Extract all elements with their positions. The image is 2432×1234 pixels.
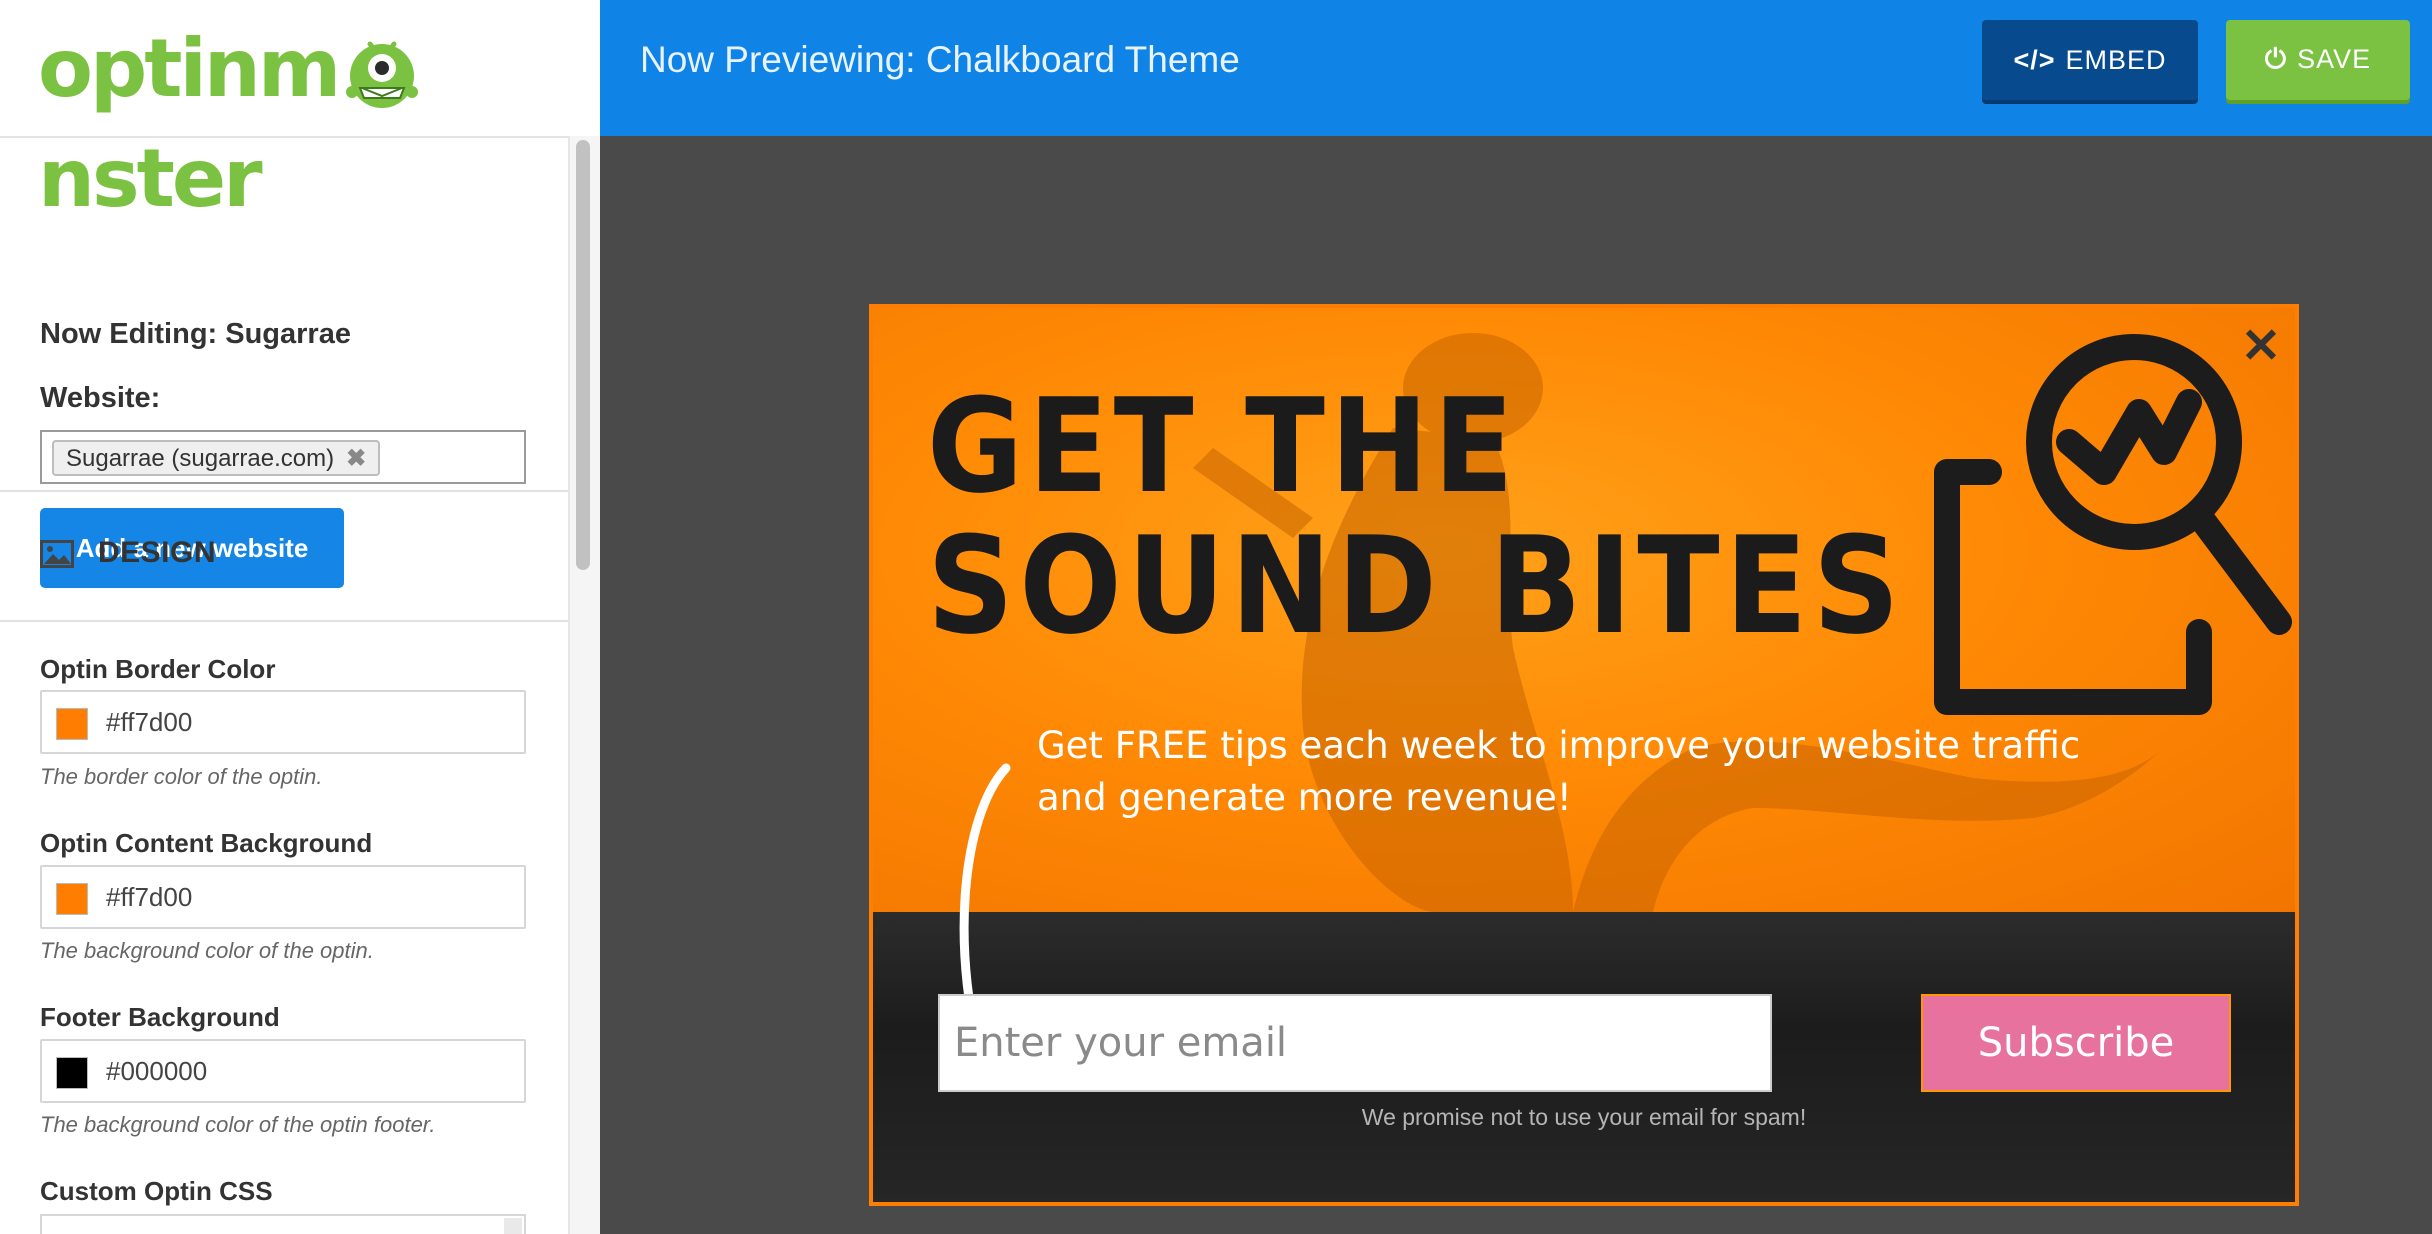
embed-button[interactable]: </> EMBED [1982,20,2198,100]
design-section-label: DESIGN [98,536,217,569]
color-value: #ff7d00 [106,707,193,737]
website-tag-label: Sugarrae (sugarrae.com) [66,445,335,472]
email-input[interactable] [938,994,1772,1092]
sidebar: optinm nster Now Editing: Sugarrae Websi… [0,0,600,1234]
preview-title: Now Previewing: Chalkboard Theme [640,39,1240,80]
color-swatch[interactable] [56,1057,88,1089]
optin-border-color-label: Optin Border Color [40,654,276,684]
footer-background-label: Footer Background [40,1002,280,1032]
optin-border-color-help: The border color of the optin. [40,764,323,789]
website-label: Website: [40,382,161,414]
divider [0,490,568,492]
custom-optin-css-label: Custom Optin CSS [40,1176,273,1206]
code-icon: </> [2013,44,2056,75]
spam-disclaimer: We promise not to use your email for spa… [1361,1104,1807,1130]
embed-button-label: EMBED [2065,44,2167,75]
optin-content-background-label: Optin Content Background [40,828,373,858]
headline-line-2: SOUND BITES [927,508,1906,664]
textarea-scrollbar[interactable] [504,1218,522,1234]
arrow-down-icon [946,763,1016,1086]
headline-line-1: GET THE [927,370,1519,522]
top-bar: Now Previewing: Chalkboard Theme </> EMBE… [600,0,2432,136]
footer-background-help: The background color of the optin footer… [40,1112,436,1137]
save-button[interactable]: ⏻ SAVE [2226,20,2410,100]
website-select[interactable]: Sugarrae (sugarrae.com) ✖ [40,430,526,484]
color-swatch[interactable] [56,708,88,740]
remove-tag-icon[interactable]: ✖ [346,445,366,472]
magnifier-chart-icon [1934,334,2292,715]
logo-text-left: optinm [38,22,341,115]
custom-css-textarea[interactable] [40,1214,526,1234]
color-swatch[interactable] [56,883,88,915]
image-icon [40,540,74,568]
monster-mascot-icon [346,41,419,109]
now-editing-title: Now Editing: Sugarrae [40,318,351,350]
optin-content-background-field[interactable]: #ff7d00 [40,865,526,929]
website-tag: Sugarrae (sugarrae.com) ✖ [52,440,381,476]
logo-area: optinm nster [0,0,600,225]
subscribe-button[interactable]: Subscribe [1921,994,2231,1092]
optin-headline: GET THE SOUND BITES [927,376,1905,656]
optin-tagline: Get FREE tips each week to improve your … [1037,724,2081,819]
divider [0,620,568,622]
optin-content-area: GET THE SOUND BITES Get FREE tips each w… [873,308,2295,912]
power-icon: ⏻ [2264,44,2288,74]
optin-preview: GET THE SOUND BITES Get FREE tips each w… [869,304,2299,1206]
optin-content-background-help: The background color of the optin. [40,938,374,963]
optin-border-color-field[interactable]: #ff7d00 [40,690,526,754]
footer-background-field[interactable]: #000000 [40,1039,526,1103]
save-button-label: SAVE [2297,44,2372,74]
sidebar-scrollbar-thumb[interactable] [576,140,590,570]
color-value: #000000 [106,1056,208,1086]
optinmonster-logo[interactable]: optinm nster [38,14,600,225]
color-value: #ff7d00 [106,882,193,912]
close-icon[interactable]: ✕ [2236,322,2286,372]
